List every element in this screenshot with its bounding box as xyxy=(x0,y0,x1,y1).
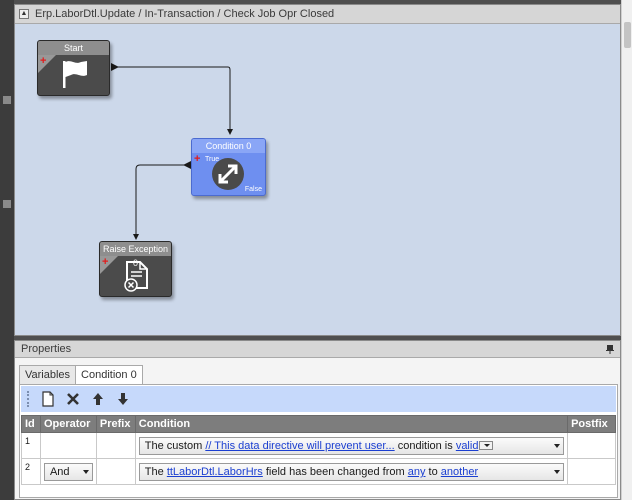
condition-text-part: The custom xyxy=(144,440,206,452)
operator-cell: And xyxy=(39,458,97,485)
left-dock-strip xyxy=(0,0,14,500)
condition-grid: Id Operator Prefix Condition Postfix 1 T… xyxy=(21,415,616,485)
move-down-button[interactable] xyxy=(112,388,134,410)
pin-icon[interactable] xyxy=(606,344,614,354)
prefix-cell[interactable] xyxy=(95,432,136,459)
column-header-postfix[interactable]: Postfix xyxy=(567,415,616,433)
chevron-down-icon[interactable] xyxy=(554,470,561,474)
operator-cell[interactable] xyxy=(39,432,97,459)
custom-code-link[interactable]: // This data directive will prevent user… xyxy=(205,440,394,452)
postfix-cell[interactable] xyxy=(567,432,616,459)
properties-tabs: Variables Condition 0 xyxy=(19,365,143,385)
expand-plus-icon[interactable]: + xyxy=(194,154,200,165)
condition-cell: The ttLaborDtl.LaborHrs field has been c… xyxy=(134,458,569,485)
from-value-link[interactable]: any xyxy=(408,466,426,478)
move-down-icon xyxy=(118,393,128,405)
new-button[interactable] xyxy=(37,388,59,410)
condition-text-part: to xyxy=(425,466,441,478)
new-icon xyxy=(42,391,54,407)
condition-text-part: condition is xyxy=(394,440,456,452)
delete-icon xyxy=(67,393,79,405)
table-row[interactable]: 1 The custom // This data directive will… xyxy=(21,432,616,459)
row-id: 1 xyxy=(21,432,41,459)
move-up-button[interactable] xyxy=(87,388,109,410)
condition-text: The custom // This data directive will p… xyxy=(145,440,494,452)
valid-link[interactable]: valid xyxy=(456,440,479,452)
properties-title-bar: Properties xyxy=(15,341,620,358)
document-error-icon xyxy=(124,261,148,292)
condition-toolbar xyxy=(21,386,616,412)
raise-exception-node[interactable]: Raise Exception 0 + xyxy=(99,241,172,297)
condition-true-port-icon[interactable] xyxy=(183,161,191,169)
false-branch-label: False xyxy=(244,186,262,193)
field-link[interactable]: ttLaborDtl.LaborHrs xyxy=(167,466,263,478)
designer-title-bar: ▲ Erp.LaborDtl.Update / In-Transaction /… xyxy=(15,5,620,24)
condition-combo[interactable]: The ttLaborDtl.LaborHrs field has been c… xyxy=(138,463,565,481)
chevron-down-icon[interactable] xyxy=(82,470,89,474)
condition-text-part: field has been changed from xyxy=(262,466,408,478)
properties-title: Properties xyxy=(21,343,72,355)
designer-title: Erp.LaborDtl.Update / In-Transaction / C… xyxy=(35,8,335,20)
condition-arrows-icon xyxy=(212,158,244,190)
workflow-canvas[interactable]: Start + Condition 0 + True False Raise E… xyxy=(15,25,620,336)
condition-node-label: Condition 0 xyxy=(192,139,265,153)
app-root: ▲ Erp.LaborDtl.Update / In-Transaction /… xyxy=(0,0,632,500)
operator-value: And xyxy=(49,466,70,478)
condition-cell: The custom // This data directive will p… xyxy=(134,432,569,459)
postfix-cell[interactable] xyxy=(567,458,616,485)
raise-exception-node-label: Raise Exception 0 xyxy=(100,242,171,268)
start-node-label: Start xyxy=(38,41,109,55)
condition-combo[interactable]: The custom // This data directive will p… xyxy=(138,437,565,455)
expand-plus-icon[interactable]: + xyxy=(40,56,46,67)
condition-node[interactable]: Condition 0 + True False xyxy=(191,138,266,196)
condition-text: The ttLaborDtl.LaborHrs field has been c… xyxy=(145,466,478,478)
start-node[interactable]: Start + xyxy=(37,40,110,96)
workflow-designer: ▲ Erp.LaborDtl.Update / In-Transaction /… xyxy=(14,4,621,336)
start-output-port-icon[interactable] xyxy=(111,63,119,71)
flag-icon xyxy=(63,61,87,88)
condition-tab-body: Id Operator Prefix Condition Postfix 1 T… xyxy=(19,384,618,498)
scrollbar-thumb[interactable] xyxy=(624,22,631,48)
expand-plus-icon[interactable]: + xyxy=(102,257,108,268)
connector-start-to-condition xyxy=(117,66,233,135)
dock-nub[interactable] xyxy=(3,96,11,104)
delete-button[interactable] xyxy=(62,388,84,410)
valid-dropdown-icon[interactable] xyxy=(479,440,494,450)
dock-nub[interactable] xyxy=(3,200,11,208)
tab-variables[interactable]: Variables xyxy=(19,365,77,385)
move-up-icon xyxy=(93,393,103,405)
operator-select[interactable]: And xyxy=(43,463,93,481)
row-id: 2 xyxy=(21,458,41,485)
condition-text-part: The xyxy=(144,466,167,478)
properties-panel: Properties Variables Condition 0 Id Oper… xyxy=(14,340,621,500)
column-header-id[interactable]: Id xyxy=(21,415,41,433)
column-header-operator[interactable]: Operator xyxy=(39,415,97,433)
table-row[interactable]: 2 And The ttLaborDtl.LaborHrs field has … xyxy=(21,458,616,485)
tab-condition-0[interactable]: Condition 0 xyxy=(75,365,143,385)
column-header-condition[interactable]: Condition xyxy=(134,415,569,433)
collapse-button[interactable]: ▲ xyxy=(19,9,29,19)
to-value-link[interactable]: another xyxy=(441,466,478,478)
column-header-prefix[interactable]: Prefix xyxy=(95,415,136,433)
grid-header-row: Id Operator Prefix Condition Postfix xyxy=(21,415,616,433)
chevron-down-icon[interactable] xyxy=(554,444,561,448)
prefix-cell[interactable] xyxy=(95,458,136,485)
connector-condition-to-raise xyxy=(133,164,185,240)
vertical-scrollbar[interactable] xyxy=(621,0,632,500)
toolbar-grip[interactable] xyxy=(27,391,29,407)
